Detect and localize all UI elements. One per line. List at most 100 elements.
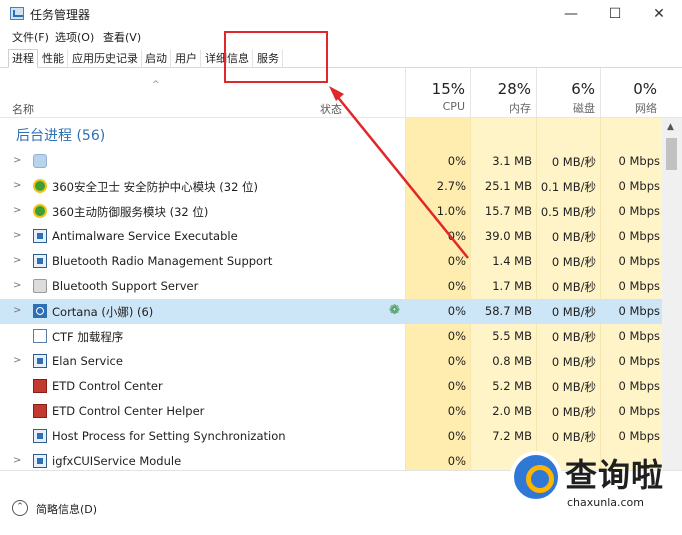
expand-icon[interactable]: > (13, 230, 21, 241)
minimize-button[interactable]: — (548, 0, 594, 28)
close-button[interactable]: ✕ (636, 0, 682, 28)
process-name: Antimalware Service Executable (52, 229, 238, 243)
network-label: 网络 (635, 102, 657, 115)
process-row[interactable]: > Bluetooth Radio Management Support 0% … (0, 249, 662, 274)
network-value: 0 Mbps (618, 254, 661, 268)
disk-value: 0 MB/秒 (551, 155, 596, 169)
disk-value: 0 MB/秒 (551, 230, 596, 244)
expand-icon[interactable]: > (13, 455, 21, 466)
cpu-value: 0% (447, 154, 466, 168)
network-value: 0 Mbps (618, 304, 661, 318)
process-name: Bluetooth Radio Management Support (52, 254, 273, 268)
disk-label: 磁盘 (573, 102, 595, 115)
360-icon (33, 179, 47, 193)
gear-icon (33, 154, 47, 168)
annotation-box (224, 31, 328, 83)
360-icon (33, 204, 47, 218)
network-value: 0 Mbps (618, 429, 661, 443)
vertical-scrollbar[interactable]: ▲ (662, 118, 682, 470)
process-name: Host Process for Setting Synchronization (52, 429, 286, 443)
expand-icon[interactable]: > (13, 305, 21, 316)
expand-icon[interactable]: > (13, 155, 21, 166)
network-value: 0 Mbps (618, 279, 661, 293)
column-name[interactable]: 名称 (12, 101, 34, 117)
fewer-details-link[interactable]: 简略信息(D) (36, 501, 97, 517)
process-name: 360主动防御服务模块 (32 位) (52, 205, 209, 219)
column-network[interactable]: 0% 网络 (600, 68, 662, 118)
scroll-up-icon[interactable]: ▲ (667, 122, 674, 132)
disk-value: 0.1 MB/秒 (540, 180, 596, 194)
etd-icon (33, 404, 47, 418)
cpu-value: 2.7% (436, 179, 466, 193)
column-cpu[interactable]: 15% CPU (405, 68, 470, 118)
group-background-processes: 后台进程 (56) (16, 128, 106, 144)
app-icon (33, 429, 47, 443)
chevron-up-icon[interactable]: ⌃ (12, 500, 28, 516)
memory-value: 39.0 MB (484, 229, 532, 243)
cpu-value: 0% (447, 279, 466, 293)
column-header: ^ 名称 状态 15% CPU 28% 内存 6% 磁盘 0% 网络 (0, 68, 682, 118)
process-row[interactable]: > 360主动防御服务模块 (32 位) 1.0% 15.7 MB 0.5 MB… (0, 199, 662, 224)
memory-value: 0.8 MB (492, 354, 532, 368)
process-row[interactable]: > 0% 3.1 MB 0 MB/秒 0 Mbps (0, 149, 662, 174)
app-icon (33, 229, 47, 243)
disk-value: 0 MB/秒 (551, 380, 596, 394)
process-list: 后台进程 (56) > 0% 3.1 MB 0 MB/秒 0 Mbps > 36… (0, 118, 682, 470)
process-name: ETD Control Center Helper (52, 404, 205, 418)
cpu-value: 0% (447, 404, 466, 418)
process-row[interactable]: > 360安全卫士 安全防护中心模块 (32 位) 2.7% 25.1 MB 0… (0, 174, 662, 199)
memory-value: 1.4 MB (492, 254, 532, 268)
tab-users[interactable]: 用户 (171, 49, 201, 68)
cpu-value: 1.0% (436, 204, 466, 218)
tab-processes[interactable]: 进程 (8, 49, 38, 68)
expand-icon[interactable]: > (13, 255, 21, 266)
memory-value: 58.7 MB (484, 304, 532, 318)
sort-caret-icon[interactable]: ^ (152, 80, 160, 90)
column-memory[interactable]: 28% 内存 (470, 68, 536, 118)
leaf-icon: ❁ (389, 303, 400, 318)
menu-options[interactable]: 选项(O) (55, 29, 94, 45)
process-row[interactable]: > Antimalware Service Executable 0% 39.0… (0, 224, 662, 249)
search-logo-icon (510, 451, 562, 503)
process-row[interactable]: ETD Control Center Helper 0% 2.0 MB 0 MB… (0, 399, 662, 424)
printer-icon (33, 279, 47, 293)
tab-app-history[interactable]: 应用历史记录 (68, 49, 142, 68)
network-value: 0 Mbps (618, 154, 661, 168)
network-value: 0 Mbps (618, 179, 661, 193)
tab-performance[interactable]: 性能 (38, 49, 68, 68)
menu-view[interactable]: 查看(V) (103, 29, 141, 45)
process-name: Cortana (小娜) (6) (52, 305, 154, 319)
column-disk[interactable]: 6% 磁盘 (536, 68, 600, 118)
maximize-button[interactable]: ☐ (592, 0, 638, 28)
process-row-selected[interactable]: > Cortana (小娜) (6) ❁ 0% 58.7 MB 0 MB/秒 0… (0, 299, 662, 324)
process-row[interactable]: ETD Control Center 0% 5.2 MB 0 MB/秒 0 Mb… (0, 374, 662, 399)
memory-value: 5.2 MB (492, 379, 532, 393)
expand-icon[interactable]: > (13, 180, 21, 191)
memory-value: 5.5 MB (492, 329, 532, 343)
network-value: 0 Mbps (618, 379, 661, 393)
process-name: ETD Control Center (52, 379, 163, 393)
scrollbar-thumb[interactable] (666, 138, 677, 170)
process-row[interactable]: > Bluetooth Support Server 0% 1.7 MB 0 M… (0, 274, 662, 299)
cpu-value: 0% (447, 329, 466, 343)
process-name: Bluetooth Support Server (52, 279, 199, 293)
watermark: 查询啦 chaxunla.com (505, 446, 680, 514)
expand-icon[interactable]: > (13, 355, 21, 366)
memory-value: 15.7 MB (484, 204, 532, 218)
menu-file[interactable]: 文件(F) (12, 29, 49, 45)
cpu-value: 0% (447, 429, 466, 443)
disk-value: 0 MB/秒 (551, 305, 596, 319)
expand-icon[interactable]: > (13, 280, 21, 291)
disk-value: 0 MB/秒 (551, 405, 596, 419)
column-status[interactable]: 状态 (320, 101, 342, 117)
cpu-value: 0% (447, 304, 466, 318)
process-row[interactable]: > Elan Service 0% 0.8 MB 0 MB/秒 0 Mbps (0, 349, 662, 374)
process-name: Elan Service (52, 354, 123, 368)
disk-value: 0 MB/秒 (551, 355, 596, 369)
process-row[interactable]: CTF 加载程序 0% 5.5 MB 0 MB/秒 0 Mbps (0, 324, 662, 349)
tab-startup[interactable]: 启动 (141, 49, 171, 68)
expand-icon[interactable]: > (13, 205, 21, 216)
network-value: 0 Mbps (618, 204, 661, 218)
app-icon (33, 354, 47, 368)
watermark-url: chaxunla.com (567, 496, 644, 509)
